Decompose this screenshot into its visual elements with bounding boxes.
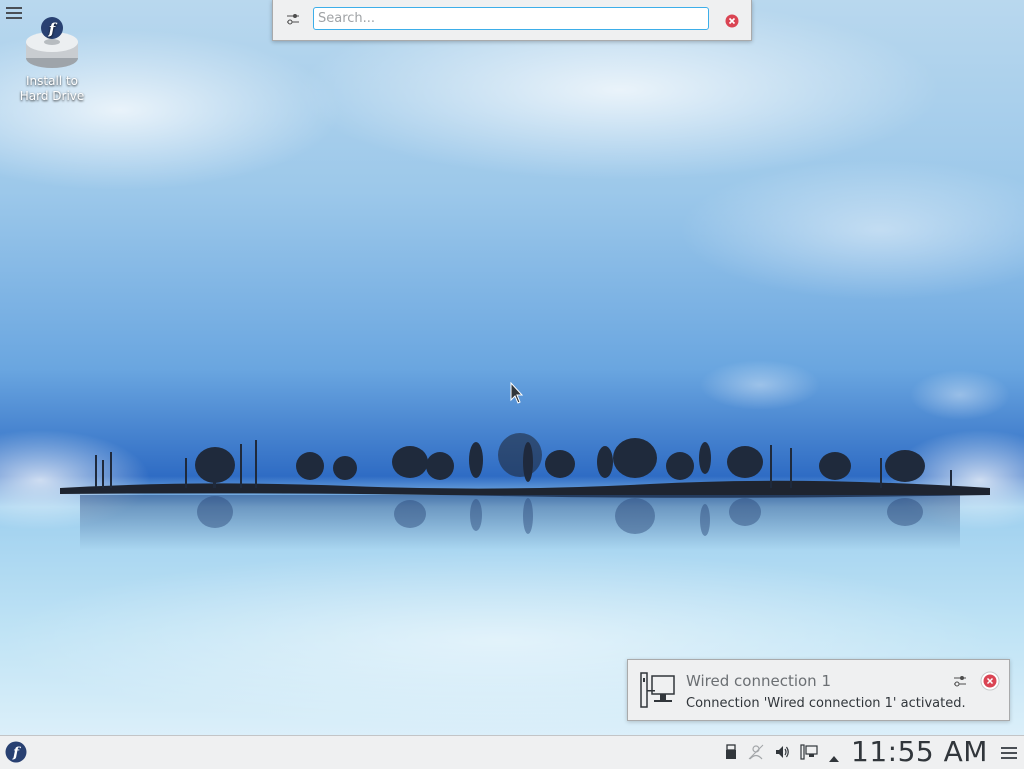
- user-switch-icon[interactable]: [748, 744, 764, 764]
- desktop-wallpaper: [0, 0, 1024, 730]
- install-to-hard-drive-icon[interactable]: f Install to Hard Drive: [8, 14, 96, 104]
- volume-icon[interactable]: [774, 744, 790, 764]
- notification-body: Connection 'Wired connection 1' activate…: [686, 696, 966, 711]
- notification-popup[interactable]: Wired connection 1 Connection 'Wired con…: [627, 659, 1010, 721]
- krunner-search-bar: [272, 0, 752, 41]
- taskbar-panel: f 11:55 AM: [0, 735, 1024, 769]
- install-label-line1: Install to: [26, 74, 78, 88]
- install-label-line2: Hard Drive: [19, 89, 85, 103]
- close-icon[interactable]: [725, 13, 739, 32]
- search-input[interactable]: [313, 7, 709, 30]
- mouse-cursor: [510, 382, 524, 404]
- notification-close-icon[interactable]: [980, 671, 1000, 695]
- fedora-logo-icon[interactable]: f: [5, 741, 27, 767]
- expand-arrow-icon[interactable]: [828, 748, 840, 767]
- hard-drive-fedora-icon: f: [26, 17, 78, 68]
- usb-device-icon[interactable]: [724, 744, 738, 764]
- notification-title: Wired connection 1: [686, 672, 831, 690]
- hamburger-menu-icon: [1001, 747, 1017, 749]
- network-wired-icon: [640, 672, 676, 712]
- network-icon[interactable]: [800, 744, 818, 764]
- panel-menu-button[interactable]: [1000, 744, 1018, 762]
- configure-icon[interactable]: [285, 10, 301, 28]
- hamburger-menu-icon: [6, 7, 22, 9]
- clock[interactable]: 11:55 AM: [851, 735, 988, 768]
- notification-configure-icon[interactable]: [952, 672, 968, 694]
